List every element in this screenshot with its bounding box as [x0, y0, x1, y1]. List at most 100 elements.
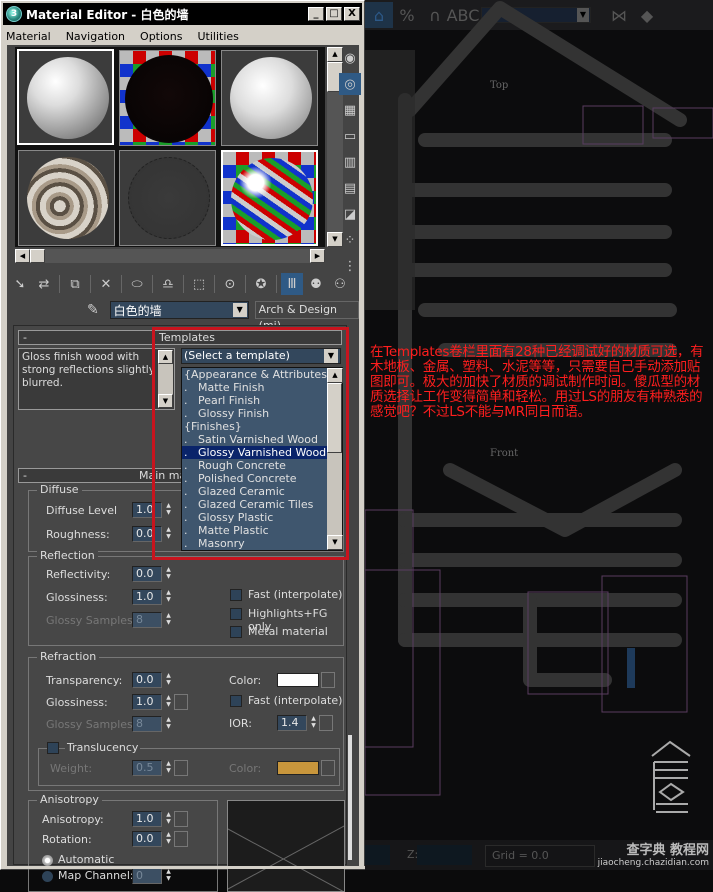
- refraction-samples-value[interactable]: 8: [132, 716, 162, 732]
- spinner-arrows-icon[interactable]: ▲ ▼: [164, 672, 173, 688]
- translucency-checkbox[interactable]: [47, 742, 59, 754]
- spinner-arrows-icon[interactable]: ▲ ▼: [164, 566, 173, 582]
- weight-value[interactable]: 0.5: [132, 760, 162, 776]
- make-preview-icon[interactable]: ▤: [339, 177, 361, 199]
- highlights-fg-checkbox[interactable]: [230, 608, 242, 620]
- make-unique-icon[interactable]: ⬭: [126, 273, 148, 295]
- spinner-arrows-icon[interactable]: ▲ ▼: [309, 715, 318, 731]
- template-option[interactable]: . Satin Varnished Wood: [182, 433, 342, 446]
- close-button[interactable]: X: [344, 7, 360, 21]
- maximize-button[interactable]: □: [326, 7, 342, 21]
- map-button[interactable]: [174, 760, 188, 776]
- sample-slot-2[interactable]: [119, 50, 216, 146]
- description-scrollbar[interactable]: ▲ ▼: [158, 350, 173, 408]
- options-icon[interactable]: ◪: [339, 203, 361, 225]
- metal-material-checkbox[interactable]: [230, 626, 242, 638]
- map-channel-radio[interactable]: [42, 871, 53, 882]
- backlight-icon[interactable]: ◎: [339, 73, 361, 95]
- sample-slot-6[interactable]: [221, 150, 318, 246]
- coord-z-field[interactable]: [417, 845, 472, 865]
- map-button[interactable]: [319, 715, 333, 731]
- reflection-fast-checkbox[interactable]: [230, 589, 242, 601]
- ior-value[interactable]: 1.4: [277, 715, 307, 731]
- rotation-value[interactable]: 0.0: [132, 831, 162, 847]
- template-option[interactable]: . Glazed Ceramic Tiles: [182, 498, 342, 511]
- chevron-down-icon[interactable]: ▼: [232, 303, 247, 317]
- map-button[interactable]: [174, 694, 188, 710]
- menu-utilities[interactable]: Utilities: [197, 30, 238, 43]
- template-option[interactable]: . Glazed Ceramic: [182, 485, 342, 498]
- template-option[interactable]: . Matte Finish: [182, 381, 342, 394]
- menu-options[interactable]: Options: [140, 30, 182, 43]
- sample-slot-5[interactable]: [119, 150, 216, 246]
- video-color-check-icon[interactable]: ▥: [339, 151, 361, 173]
- show-map-in-viewport-icon[interactable]: ⊙: [219, 273, 241, 295]
- material-type-button[interactable]: Arch & Design (mi): [254, 301, 359, 332]
- transparency-spinner[interactable]: 0.0 ▲ ▼: [132, 672, 173, 688]
- eyedropper-icon[interactable]: ✎: [87, 302, 104, 318]
- spinner-arrows-icon[interactable]: ▲ ▼: [164, 526, 173, 542]
- template-option[interactable]: . Glossy Plastic: [182, 511, 342, 524]
- scroll-up-button[interactable]: ▲: [327, 368, 343, 383]
- diffuse-level-value[interactable]: 1.0: [132, 502, 162, 518]
- spinner-arrows-icon[interactable]: ▲ ▼: [164, 868, 173, 884]
- template-option[interactable]: {Appearance & Attributes}: [182, 368, 342, 381]
- template-option[interactable]: {Finishes}: [182, 420, 342, 433]
- scroll-thumb[interactable]: [327, 383, 342, 453]
- spinner-arrows-icon[interactable]: ▲ ▼: [164, 694, 173, 710]
- map-button[interactable]: [321, 760, 335, 776]
- put-to-library-icon[interactable]: ♎: [157, 273, 179, 295]
- roughness-spinner[interactable]: 0.0 ▲ ▼: [132, 526, 173, 542]
- collapse-toggle[interactable]: -: [23, 469, 27, 482]
- sample-uv-tiling-icon[interactable]: ▭: [339, 125, 361, 147]
- spinner-arrows-icon[interactable]: ▲ ▼: [164, 716, 173, 732]
- template-option[interactable]: . Rough Concrete: [182, 459, 342, 472]
- template-option[interactable]: . Glossy Finish: [182, 407, 342, 420]
- ior-spinner[interactable]: 1.4 ▲ ▼: [277, 715, 333, 731]
- spinner-arrows-icon[interactable]: ▲ ▼: [164, 612, 173, 628]
- anisotropy-value[interactable]: 1.0: [132, 811, 162, 827]
- template-option[interactable]: . Polished Concrete: [182, 472, 342, 485]
- map-button[interactable]: [174, 811, 188, 827]
- spinner-arrows-icon[interactable]: ▲ ▼: [164, 502, 173, 518]
- go-to-parent-icon[interactable]: ⚉: [305, 273, 327, 295]
- reflectivity-value[interactable]: 0.0: [132, 566, 162, 582]
- refraction-color-swatch[interactable]: [277, 673, 319, 687]
- reflection-glossiness-value[interactable]: 1.0: [132, 589, 162, 605]
- spinner-arrows-icon[interactable]: ▲ ▼: [164, 589, 173, 605]
- material-name-field[interactable]: 白色的墙 ▼: [109, 301, 249, 319]
- sample-slot-4[interactable]: [18, 150, 115, 246]
- scroll-thumb[interactable]: [30, 249, 45, 263]
- slots-horizontal-scrollbar[interactable]: ◀ ▶: [15, 249, 325, 263]
- templates-rollout-header[interactable]: - Templates: [18, 330, 342, 345]
- scroll-left-button[interactable]: ◀: [15, 249, 30, 263]
- show-hardware-map-icon[interactable]: Ⅲ: [281, 273, 303, 295]
- go-forward-sibling-icon[interactable]: ⚇: [329, 273, 351, 295]
- refraction-glossiness-spinner[interactable]: 1.0 ▲ ▼: [132, 694, 188, 710]
- scroll-down-button[interactable]: ▼: [327, 535, 343, 550]
- sample-type-icon[interactable]: ◉: [339, 47, 361, 69]
- spinner-arrows-icon[interactable]: ▲ ▼: [164, 831, 173, 847]
- template-option[interactable]: . Masonry: [182, 537, 342, 550]
- scroll-right-button[interactable]: ▶: [310, 249, 325, 263]
- menu-material[interactable]: Material: [6, 30, 51, 43]
- refraction-glossiness-value[interactable]: 1.0: [132, 694, 162, 710]
- template-list-scrollbar[interactable]: ▲ ▼: [327, 368, 343, 550]
- reflectivity-spinner[interactable]: 0.0 ▲ ▼: [132, 566, 173, 582]
- sample-slot-1[interactable]: [17, 49, 114, 145]
- reflection-samples-value[interactable]: 8: [132, 612, 162, 628]
- template-option[interactable]: . Pearl Finish: [182, 394, 342, 407]
- minimize-button[interactable]: _: [308, 7, 324, 21]
- assign-to-selection-icon[interactable]: ⧉: [64, 273, 86, 295]
- map-button[interactable]: [321, 672, 335, 688]
- sample-slot-3[interactable]: [221, 50, 318, 146]
- template-select[interactable]: (Select a template) ▼: [181, 348, 341, 364]
- material-id-channel-icon[interactable]: ⬚: [188, 273, 210, 295]
- get-material-icon[interactable]: ➘: [9, 273, 31, 295]
- menu-navigation[interactable]: Navigation: [66, 30, 125, 43]
- scroll-down-button[interactable]: ▼: [158, 394, 173, 408]
- transparency-value[interactable]: 0.0: [132, 672, 162, 688]
- coord-x-field[interactable]: [365, 845, 390, 865]
- spinner-arrows-icon[interactable]: ▲ ▼: [164, 760, 173, 776]
- panel-scrollbar[interactable]: [348, 735, 352, 860]
